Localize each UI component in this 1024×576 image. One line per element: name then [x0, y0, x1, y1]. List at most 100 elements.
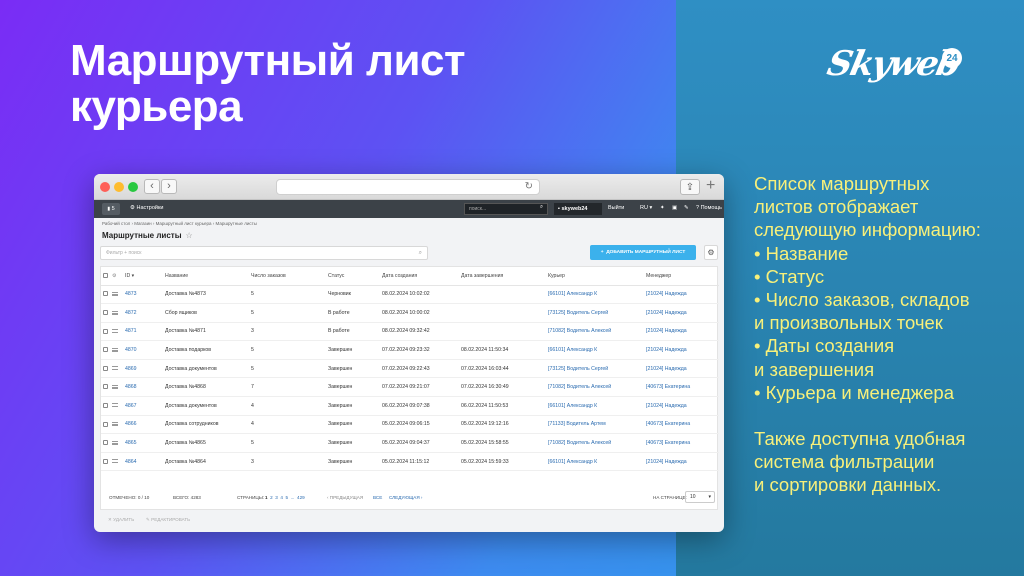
cell-manager[interactable]: [21024] Надежда	[644, 452, 719, 472]
edit-button[interactable]: ✎ РЕДАКТИРОВАТЬ	[146, 517, 190, 523]
row-menu-icon[interactable]	[112, 440, 118, 445]
row-checkbox[interactable]	[103, 421, 108, 427]
page-link[interactable]: 1	[265, 495, 268, 500]
cell-id[interactable]: 4869	[123, 359, 163, 379]
minimize-window-button[interactable]	[114, 182, 124, 192]
next-page-link[interactable]: СЛЕДУЮЩАЯ ›	[389, 495, 422, 500]
column-header-courier[interactable]: Курьер	[546, 267, 644, 286]
cell-courier[interactable]: [71082] Водитель Алексей	[546, 433, 644, 453]
cell-id[interactable]: 4872	[123, 303, 163, 323]
table-row[interactable]: 4866 Доставка сотрудников 4 Завершен 05.02.2…	[101, 415, 719, 435]
panel-icon[interactable]: ▣	[672, 205, 677, 211]
select-all-checkbox[interactable]	[103, 272, 108, 278]
table-row[interactable]: 4870 Доставка подарков 5 Завершен 07.02.2024…	[101, 340, 719, 360]
row-menu-icon[interactable]	[112, 422, 118, 427]
row-menu-icon[interactable]	[112, 310, 118, 315]
cell-id[interactable]: 4865	[123, 433, 163, 453]
row-menu-icon[interactable]	[112, 384, 118, 389]
cell-id[interactable]: 4873	[123, 285, 163, 305]
column-header-created[interactable]: Дата создания	[380, 267, 459, 286]
table-row[interactable]: 4869 Доставка документов 5 Завершен 07.02.20…	[101, 359, 719, 379]
favorite-star-icon[interactable]: ☆	[186, 231, 193, 240]
settings-link[interactable]: ⚙ Настройки	[130, 205, 163, 211]
column-header-id[interactable]: ID ▾	[123, 267, 163, 286]
forward-icon[interactable]: ›	[161, 179, 177, 194]
close-window-button[interactable]	[100, 182, 110, 192]
row-checkbox[interactable]	[103, 384, 108, 390]
gear-icon[interactable]: ⚙	[112, 273, 117, 279]
row-menu-icon[interactable]	[112, 347, 118, 352]
cell-courier[interactable]: [73125] Водитель Сергей	[546, 359, 644, 379]
search-input[interactable]: поиск...	[464, 203, 548, 215]
pin-icon[interactable]: ✦	[660, 205, 665, 211]
cell-manager[interactable]: [21024] Надежда	[644, 285, 719, 305]
prev-page-link[interactable]: ‹ ПРЕДЫДУЩАЯ	[327, 495, 363, 500]
column-header-manager[interactable]: Менеджер	[644, 267, 719, 286]
row-menu-icon[interactable]	[112, 403, 118, 408]
row-checkbox[interactable]	[103, 458, 108, 464]
page-link[interactable]: 3	[275, 495, 278, 500]
back-icon[interactable]: ‹	[144, 179, 160, 194]
breadcrumb[interactable]: Рабочий стол › Магазин › Маршрутный лист…	[100, 218, 718, 230]
search-icon[interactable]: ⌕	[540, 204, 543, 211]
cell-courier[interactable]: [71082] Водитель Алексей	[546, 377, 644, 398]
cell-manager[interactable]: [21024] Надежда	[644, 340, 719, 360]
row-checkbox[interactable]	[103, 347, 108, 353]
table-row[interactable]: 4867 Доставка документов 4 Завершен 06.02.20…	[101, 396, 719, 416]
tools-icon[interactable]: ✎	[684, 205, 689, 211]
row-checkbox[interactable]	[103, 402, 108, 408]
notifications-button[interactable]: ▮ 5	[102, 203, 120, 215]
cell-id[interactable]: 4870	[123, 340, 163, 360]
row-menu-icon[interactable]	[112, 459, 118, 464]
row-checkbox[interactable]	[103, 328, 108, 334]
cell-manager[interactable]: [21024] Надежда	[644, 359, 719, 379]
page-link[interactable]: 5	[286, 495, 289, 500]
column-header-completed[interactable]: Дата завершения	[459, 267, 546, 286]
row-menu-icon[interactable]	[112, 329, 118, 334]
cell-id[interactable]: 4867	[123, 396, 163, 416]
cell-id[interactable]: 4866	[123, 415, 163, 435]
cell-courier[interactable]: [71133] Водитель Артем	[546, 415, 644, 435]
table-row[interactable]: 4873 Доставка №4873 5 Черновик 08.02.2024 10…	[101, 285, 719, 305]
share-icon[interactable]: ⇪	[680, 179, 700, 195]
row-checkbox[interactable]	[103, 310, 108, 316]
table-row[interactable]: 4865 Доставка №4865 5 Завершен 05.02.2024 09…	[101, 433, 719, 453]
table-settings-gear-icon[interactable]: ⚙	[704, 245, 718, 260]
table-row[interactable]: 4872 Сбор ящиков 5 В работе 08.02.2024 10:00…	[101, 303, 719, 323]
cell-id[interactable]: 4864	[123, 452, 163, 472]
page-link[interactable]: 429	[297, 495, 305, 500]
help-link[interactable]: ? Помощь	[696, 205, 722, 211]
cell-manager[interactable]: [40673] Екатерина	[644, 433, 719, 453]
cell-manager[interactable]: [40673] Екатерина	[644, 377, 719, 398]
cell-courier[interactable]: [73125] Водитель Сергей	[546, 303, 644, 323]
table-row[interactable]: 4871 Доставка №4871 3 В работе 08.02.2024 09…	[101, 322, 719, 342]
all-pages-link[interactable]: ВСЕ	[373, 495, 382, 500]
add-route-sheet-button[interactable]: + ДОБАВИТЬ МАРШРУТНЫЙ ЛИСТ	[590, 245, 696, 260]
address-bar[interactable]: ↻	[276, 179, 540, 195]
cell-id[interactable]: 4871	[123, 322, 163, 342]
cell-courier[interactable]: [66101] Александр К	[546, 285, 644, 305]
new-tab-icon[interactable]: +	[706, 178, 715, 194]
per-page-select[interactable]: 10 ▾	[685, 491, 715, 503]
row-menu-icon[interactable]	[112, 366, 118, 371]
column-header-status[interactable]: Статус	[326, 267, 380, 286]
cell-manager[interactable]: [21024] Надежда	[644, 396, 719, 416]
cell-id[interactable]: 4868	[123, 377, 163, 398]
delete-button[interactable]: ✕ УДАЛИТЬ	[108, 517, 134, 523]
cell-courier[interactable]: [71082] Водитель Алексей	[546, 322, 644, 342]
row-checkbox[interactable]	[103, 440, 108, 446]
cell-manager[interactable]: [21024] Надежда	[644, 303, 719, 323]
cell-courier[interactable]: [66101] Александр К	[546, 452, 644, 472]
cell-courier[interactable]: [66101] Александр К	[546, 340, 644, 360]
cell-courier[interactable]: [66101] Александр К	[546, 396, 644, 416]
logout-link[interactable]: Выйти	[608, 205, 624, 211]
user-menu[interactable]: ▪ skyweb24	[554, 203, 602, 215]
column-header-name[interactable]: Название	[163, 267, 249, 286]
cell-manager[interactable]: [21024] Надежда	[644, 322, 719, 342]
filter-search-input[interactable]: Фильтр + поиск ⌕	[100, 246, 428, 260]
row-checkbox[interactable]	[103, 365, 108, 371]
maximize-window-button[interactable]	[128, 182, 138, 192]
table-row[interactable]: 4864 Доставка №4864 3 Завершен 05.02.2024 11…	[101, 452, 719, 472]
reload-icon[interactable]: ↻	[525, 181, 533, 192]
row-menu-icon[interactable]	[112, 291, 118, 296]
